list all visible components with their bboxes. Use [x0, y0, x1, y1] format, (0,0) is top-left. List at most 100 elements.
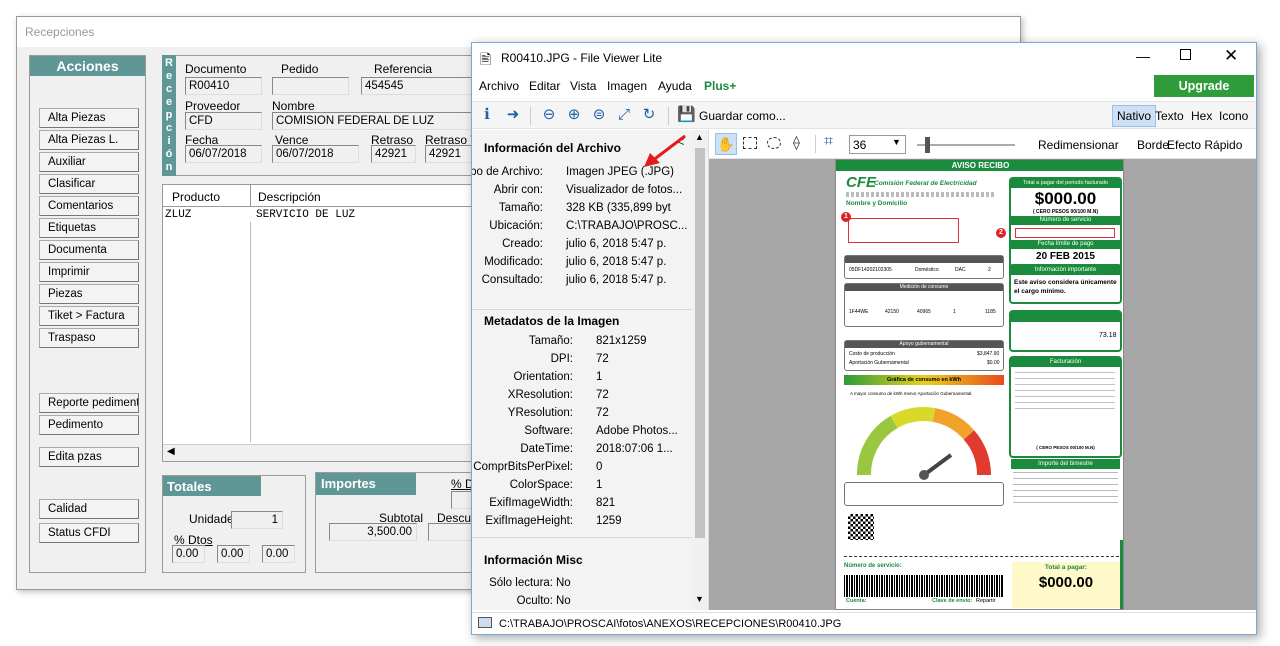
grafica-label: Gráfica de consumo en kWh [844, 375, 1004, 385]
rect-select-icon[interactable] [743, 137, 757, 149]
ellipse-select-icon[interactable] [767, 137, 781, 149]
aviso-text: Este aviso considera únicamente el cargo… [1014, 279, 1117, 295]
scroll-up-icon[interactable]: ▲ [695, 132, 704, 142]
menu-imagen[interactable]: Imagen [607, 79, 647, 93]
minimize-icon[interactable]: — [1136, 48, 1150, 64]
quick-effect-button[interactable]: Efecto Rápido [1167, 138, 1242, 152]
accion-button-2[interactable]: Alta Piezas L. [39, 130, 139, 150]
accion-button3-2[interactable]: Status CFDI [39, 523, 139, 543]
documento-field[interactable]: R00410 [185, 77, 262, 95]
crop-icon[interactable]: ⌗ [824, 133, 833, 151]
accion-button-4[interactable]: Clasificar [39, 174, 139, 194]
zoom-select[interactable]: 36 ▼ [849, 135, 906, 154]
uso-value: Doméstico [915, 267, 939, 273]
acciones-header: Acciones [30, 56, 145, 76]
edita-pzas-button[interactable]: Edita pzas [39, 447, 139, 467]
save-icon[interactable]: 💾 [677, 106, 696, 124]
menu-plus[interactable]: Plus+ [704, 79, 736, 93]
view-icon-tab[interactable]: Icono [1219, 109, 1248, 123]
file-info-value: 328 KB (335,899 byt [566, 202, 671, 214]
referencia-field[interactable]: 454545 [361, 77, 477, 95]
subtotal-field[interactable]: 3,500.00 [329, 523, 417, 541]
file-info-key: Tamaño: [498, 202, 543, 214]
num-servicio-bottom: Número de servicio: [844, 563, 902, 569]
menu-archivo[interactable]: Archivo [479, 79, 519, 93]
accion-button-6[interactable]: Etiquetas [39, 218, 139, 238]
menu-vista[interactable]: Vista [570, 79, 596, 93]
maximize-icon[interactable] [1180, 49, 1191, 60]
meta-key: ExifImageHeight: [485, 515, 573, 527]
accion-button-5[interactable]: Comentarios [39, 196, 139, 216]
vertical-letter: p [165, 109, 173, 121]
save-as-button[interactable]: Guardar como... [699, 109, 786, 123]
zoom-fit-icon[interactable]: ⊜ [590, 106, 608, 124]
apoyo-box: Apoyo gubernamental Costo de producción … [844, 340, 1004, 371]
retraso-v-field[interactable]: 42921 [425, 145, 477, 163]
vertical-letter: R [165, 57, 173, 69]
dto1-field[interactable]: 0.00 [172, 545, 205, 563]
meta-key: XResolution: [507, 389, 573, 401]
scroll-down-icon[interactable]: ▼ [695, 594, 704, 604]
main-toolbar: ℹ ➜ ⊖ ⊕ ⊜ ⤢ ↻ 💾 Guardar como... Nativo T… [472, 101, 1256, 129]
meta-value: 0 [596, 461, 603, 473]
accion-button-9[interactable]: Piezas [39, 284, 139, 304]
border-button[interactable]: Borde [1137, 138, 1169, 152]
costo-prod-label: Costo de producción [849, 351, 895, 357]
accion-button-3[interactable]: Auxiliar [39, 152, 139, 172]
col-producto[interactable]: Producto [172, 190, 220, 204]
qr-code [848, 514, 874, 540]
close-icon[interactable]: ✕ [1224, 46, 1238, 66]
col-descripcion[interactable]: Descripción [258, 190, 321, 204]
table-row[interactable]: ZLUZ SERVICIO DE LUZ [163, 208, 475, 222]
upgrade-button[interactable]: Upgrade [1154, 75, 1254, 97]
accion-button-7[interactable]: Documenta [39, 240, 139, 260]
accion-button-1[interactable]: Alta Piezas [39, 108, 139, 128]
dto2-field[interactable]: 0.00 [217, 545, 250, 563]
table-hscrollbar[interactable]: ◀ [163, 444, 475, 461]
proveedor-field[interactable]: CFD [185, 112, 262, 130]
costo-prod-value: $3,847.90 [977, 351, 1000, 357]
fullscreen-icon[interactable]: ⤢ [615, 106, 633, 124]
zoom-out-icon[interactable]: ⊖ [540, 106, 558, 124]
rotate-icon[interactable]: ↻ [640, 106, 658, 124]
pedido-label: Pedido [281, 62, 319, 76]
medicion-label: Medición de consumo [845, 284, 1003, 291]
image-canvas[interactable]: AVISO RECIBO CFE Comisión Federal de Ele… [709, 159, 1256, 610]
open-folder-icon[interactable]: ➜ [504, 106, 522, 124]
accion-button2-2[interactable]: Pedimento [39, 415, 139, 435]
fecha-field[interactable]: 06/07/2018 [185, 145, 262, 163]
menu-editar[interactable]: Editar [529, 79, 560, 93]
hand-tool-icon[interactable]: ✋ [715, 133, 737, 155]
view-hex-tab[interactable]: Hex [1191, 109, 1212, 123]
lasso-select-icon[interactable]: ⟠ [793, 134, 800, 151]
accion-button3-1[interactable]: Calidad [39, 499, 139, 519]
vence-field[interactable]: 06/07/2018 [272, 145, 359, 163]
info-icon[interactable]: ℹ [478, 106, 496, 124]
dto3-field[interactable]: 0.00 [262, 545, 295, 563]
consumo-value: 1185 [985, 309, 996, 315]
view-native-tab[interactable]: Nativo [1112, 105, 1157, 127]
scroll-thumb[interactable] [695, 148, 705, 538]
meta-value: 72 [596, 389, 609, 401]
retraso-field[interactable]: 42921 [371, 145, 416, 163]
accion-button-8[interactable]: Imprimir [39, 262, 139, 282]
pedido-field[interactable] [272, 77, 349, 95]
menu-ayuda[interactable]: Ayuda [658, 79, 692, 93]
importes-header: Importes [316, 473, 416, 495]
importes-panel: Importes % De 0 Subtotal Descue 3,500.00 [315, 472, 481, 573]
scroll-left-icon[interactable]: ◀ [167, 446, 175, 457]
vertical-letter: c [165, 122, 173, 134]
zoom-slider-thumb[interactable] [925, 137, 930, 153]
accion-button-10[interactable]: Tiket > Factura [39, 306, 139, 326]
resize-button[interactable]: Redimensionar [1038, 138, 1119, 152]
nombre-field[interactable]: COMISION FEDERAL DE LUZ [272, 112, 477, 130]
unidades-field[interactable]: 1 [231, 511, 283, 529]
accion-button-11[interactable]: Traspaso [39, 328, 139, 348]
meta-value: 1259 [596, 515, 622, 527]
file-info-key: Creado: [502, 238, 543, 250]
accion-button2-1[interactable]: Reporte pedimento [39, 393, 139, 413]
view-text-tab[interactable]: Texto [1155, 109, 1184, 123]
zoom-in-icon[interactable]: ⊕ [565, 106, 583, 124]
info-scrollbar[interactable]: ▲ ▼ [692, 130, 708, 610]
zoom-slider[interactable] [917, 137, 1015, 153]
